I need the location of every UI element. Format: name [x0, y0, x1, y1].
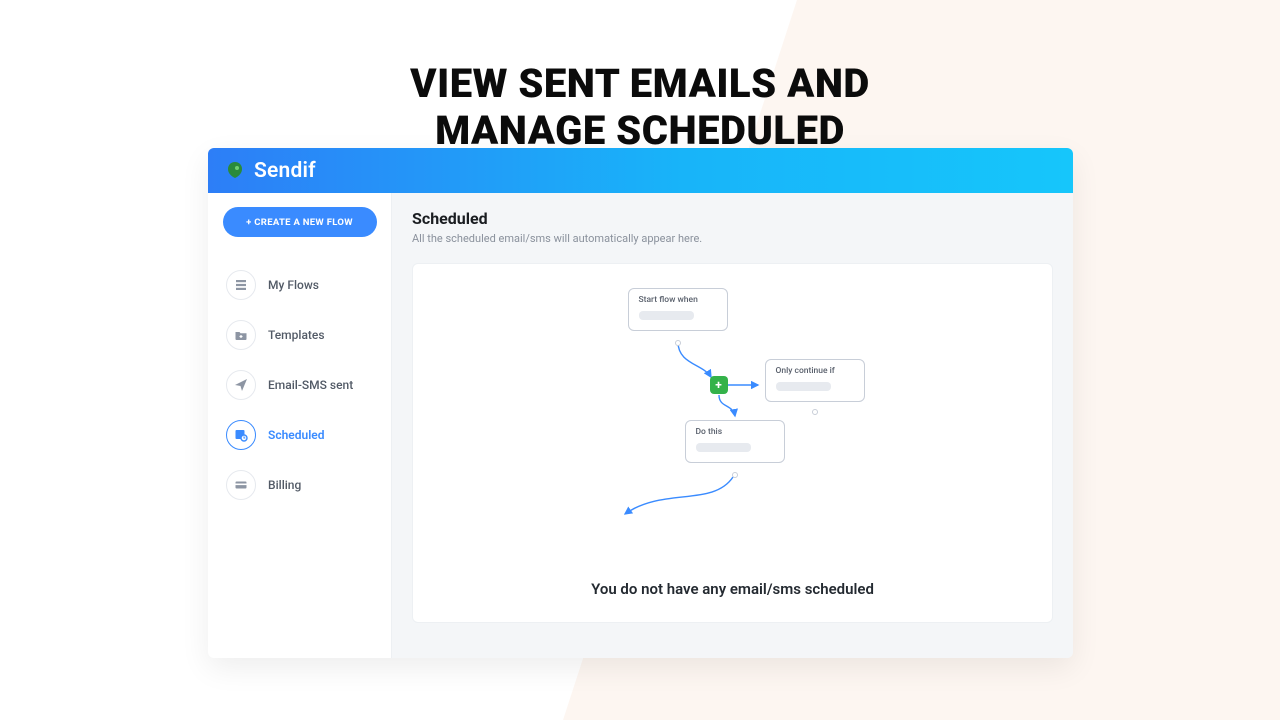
- app-header: Sendif: [208, 148, 1073, 193]
- brand-name: Sendif: [254, 159, 316, 183]
- sidebar-item-scheduled[interactable]: Scheduled: [220, 415, 383, 455]
- sidebar-item-my-flows[interactable]: My Flows: [220, 265, 383, 305]
- sidebar-item-label: Email-SMS sent: [268, 378, 353, 392]
- flow-node-action: Do this: [685, 420, 785, 463]
- flow-node-start: Start flow when: [628, 288, 728, 331]
- sidebar-item-label: Scheduled: [268, 428, 325, 442]
- flow-connector-dot: [732, 472, 738, 478]
- flow-connector-dot: [675, 340, 681, 346]
- page-title: Scheduled: [412, 209, 1053, 228]
- placeholder-bar: [696, 443, 751, 452]
- sidebar: + CREATE A NEW FLOW My Flows Templates: [208, 193, 392, 658]
- placeholder-bar: [776, 382, 831, 391]
- empty-state-card: Start flow when + Only continue if Do th…: [412, 263, 1053, 623]
- brand-logo-icon: [224, 160, 246, 182]
- flow-diagram: Start flow when + Only continue if Do th…: [513, 282, 953, 532]
- main-content: Scheduled All the scheduled email/sms wi…: [392, 193, 1073, 658]
- sidebar-nav: My Flows Templates Email-SMS sent: [216, 265, 383, 505]
- flow-connectors: [513, 282, 953, 532]
- sidebar-item-billing[interactable]: Billing: [220, 465, 383, 505]
- flow-connector-dot: [812, 409, 818, 415]
- folder-plus-icon: [226, 320, 256, 350]
- placeholder-bar: [639, 311, 694, 320]
- sidebar-item-email-sms-sent[interactable]: Email-SMS sent: [220, 365, 383, 405]
- app-window: Sendif + CREATE A NEW FLOW My Flows Temp…: [208, 148, 1073, 658]
- stack-icon: [226, 270, 256, 300]
- sidebar-item-label: Billing: [268, 478, 301, 492]
- app-body: + CREATE A NEW FLOW My Flows Templates: [208, 193, 1073, 658]
- page-subtitle: All the scheduled email/sms will automat…: [412, 232, 1053, 245]
- credit-card-icon: [226, 470, 256, 500]
- flow-node-label: Do this: [696, 427, 774, 437]
- flow-node-condition: Only continue if: [765, 359, 865, 402]
- brand-logo[interactable]: Sendif: [224, 159, 316, 183]
- calendar-clock-icon: [226, 420, 256, 450]
- create-flow-button[interactable]: + CREATE A NEW FLOW: [223, 207, 377, 237]
- flow-node-label: Start flow when: [639, 295, 717, 305]
- sidebar-item-label: Templates: [268, 328, 325, 342]
- sidebar-item-label: My Flows: [268, 278, 319, 292]
- send-icon: [226, 370, 256, 400]
- flow-node-label: Only continue if: [776, 366, 854, 376]
- empty-state-message: You do not have any email/sms scheduled: [591, 580, 874, 598]
- sidebar-item-templates[interactable]: Templates: [220, 315, 383, 355]
- hero-title: VIEW SENT EMAILS AND MANAGE SCHEDULED: [320, 60, 960, 154]
- flow-add-node-button[interactable]: +: [710, 376, 728, 394]
